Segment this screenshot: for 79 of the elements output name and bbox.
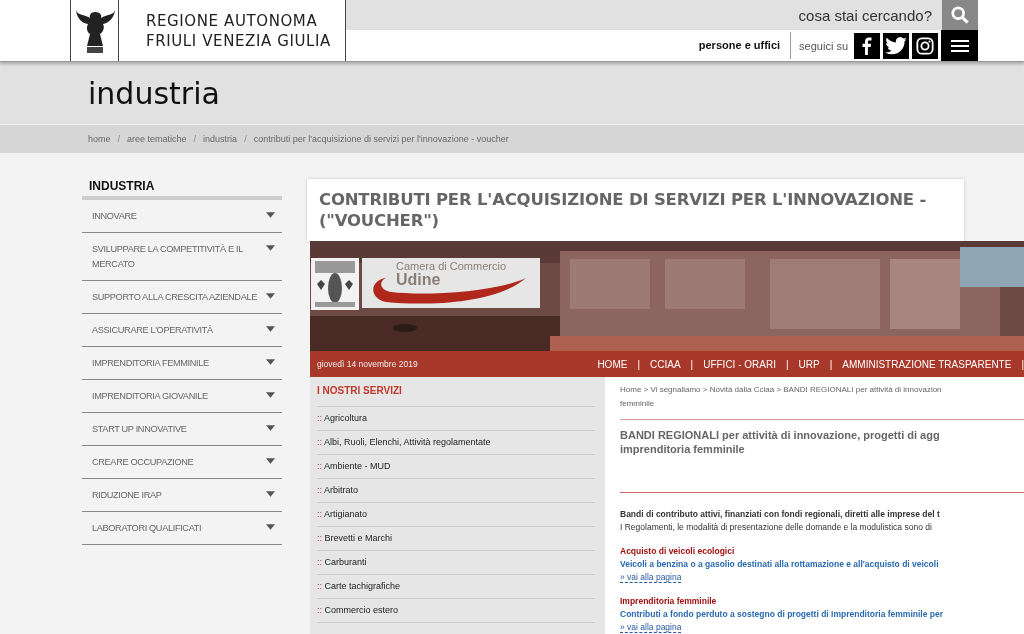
sidebar-item[interactable]: LABORATORI QUALIFICATI — [82, 512, 282, 545]
caret-icon — [266, 323, 275, 332]
nav-link[interactable]: URP — [798, 358, 820, 370]
nav-separator: | — [829, 358, 833, 370]
caret-icon — [266, 290, 275, 299]
breadcrumb-link[interactable]: industria — [203, 134, 238, 144]
sidebar-item[interactable]: SUPPORTO ALLA CRESCITA AZIENDALE — [82, 281, 282, 314]
section-title: industria — [88, 75, 220, 111]
notice-title: Imprenditoria femminile — [620, 595, 718, 608]
notice-description: Veicoli a benzina o a gasolio destinati alla rottamazione e all'acquisto di veicoli — [620, 558, 940, 571]
breadcrumb-text: Home > Vi segnaliamo > Novità dalla Cciaa > BANDI REGIONALI per attività di innovazion — [620, 384, 943, 396]
search-icon — [951, 6, 969, 24]
menu-icon — [950, 38, 969, 53]
site-logo[interactable]: REGIONE AUTONOMA FRIULI VENEZIA GIULIA — [70, 0, 346, 61]
social-link[interactable] — [883, 32, 909, 59]
caret-icon — [266, 209, 275, 218]
breadcrumb-text: femminile — [620, 398, 656, 410]
sidebar-item[interactable]: IMPRENDITORIA GIOVANILE — [82, 380, 282, 413]
sidebar-item[interactable]: START UP INNOVATIVE — [82, 413, 282, 446]
page-link[interactable]: » vai alla pagina — [620, 572, 682, 583]
article-title: imprenditoria femminile — [620, 442, 746, 456]
caret-icon — [266, 422, 275, 431]
chamber-name: Camera di Commercio — [395, 260, 508, 272]
people-link[interactable]: persone e uffici — [698, 32, 792, 59]
service-link[interactable]: :: Artigianato — [317, 503, 595, 527]
menu-button[interactable] — [941, 30, 978, 61]
service-link[interactable]: :: Arbitrato — [317, 479, 595, 503]
page-title: CONTRIBUTI PER L'ACQUISIZIONE DI SERVIZI PER L'INNOVAZIONE - ("VOUCHER") — [319, 189, 928, 231]
breadcrumb-link[interactable]: contributi per l'acquisizione di servizi per l'innovazione - voucher — [253, 134, 509, 144]
service-link[interactable]: :: Commercio estero — [317, 599, 595, 623]
sidebar-title: INDUSTRIA — [82, 178, 282, 200]
article-title: BANDI REGIONALI per attività di innovazione, progetti di agg — [620, 428, 941, 442]
follow-label: seguici su — [798, 39, 849, 52]
intro-text: I Regolamenti, le modalità di presentazione delle domande e la modulistica sono di — [620, 521, 933, 534]
logo-text-line: REGIONE AUTONOMA — [146, 11, 319, 30]
services-title: I NOSTRI SERVIZI — [317, 385, 595, 407]
nav-link[interactable]: UFFICI - ORARI — [703, 358, 776, 370]
instagram-icon — [916, 36, 934, 55]
search-field[interactable]: cosa stai cercando? — [346, 0, 942, 30]
nav-link[interactable]: CCIAA — [650, 358, 681, 370]
social-link[interactable] — [912, 32, 938, 59]
notice-description: Contributi a fondo perduto a sostegno di progetti di Imprenditoria femminile per — [620, 608, 944, 621]
page-link[interactable]: » vai alla pagina — [620, 622, 682, 633]
logo-text-line: FRIULI VENEZIA GIULIA — [146, 31, 331, 50]
nav-separator: | — [637, 358, 640, 370]
intro-text: Bandi di contributo attivi, finanziati con fondi regionali, diretti alle imprese del t — [620, 508, 941, 521]
nav-link[interactable]: HOME — [597, 358, 628, 370]
caret-icon — [266, 242, 275, 251]
service-link[interactable]: :: Carte tachigrafiche — [317, 575, 595, 599]
nav-separator: | — [1021, 358, 1024, 370]
sidebar-item[interactable]: INNOVARE — [82, 200, 282, 233]
caret-icon — [266, 488, 275, 497]
caret-icon — [266, 521, 275, 530]
service-link[interactable]: :: Brevetti e Marchi — [317, 527, 595, 551]
service-link[interactable]: :: Agricoltura — [317, 407, 595, 431]
sidebar-item[interactable]: IMPRENDITORIA FEMMINILE — [82, 347, 282, 380]
breadcrumb-separator: / — [193, 134, 197, 144]
breadcrumb-separator: / — [117, 134, 121, 144]
caret-icon — [266, 389, 275, 398]
sidebar-item[interactable]: CREARE OCCUPAZIONE — [82, 446, 282, 479]
caret-icon — [266, 455, 275, 464]
nav-separator: | — [785, 358, 789, 370]
breadcrumb-separator: / — [244, 134, 247, 144]
social-link[interactable] — [854, 32, 880, 59]
date-label: giovedì 14 novembre 2019 — [317, 359, 418, 369]
notice-title: Acquisto di veicoli ecologici — [620, 545, 736, 558]
sidebar-item[interactable]: SVILUPPARE LA COMPETITIVITÀ E IL MERCATO — [82, 233, 282, 281]
twitter-icon — [885, 36, 907, 55]
caret-icon — [266, 356, 275, 365]
breadcrumb-link[interactable]: aree tematiche — [127, 134, 187, 144]
service-link[interactable]: :: Ambiente - MUD — [317, 455, 595, 479]
service-link[interactable]: :: Albi, Ruoli, Elenchi, Attività regolamentate — [317, 431, 595, 455]
nav-separator: | — [690, 358, 694, 370]
sidebar-item[interactable]: ASSICURARE L'OPERATIVITÀ — [82, 314, 282, 347]
sidebar-item[interactable]: RIDUZIONE IRAP — [82, 479, 282, 512]
chamber-city: Udine — [395, 272, 442, 287]
breadcrumb-link[interactable]: home — [88, 134, 111, 144]
nav-link[interactable]: AMMINISTRAZIONE TRASPARENTE — [842, 358, 1012, 370]
service-link[interactable]: :: Carburanti — [317, 551, 595, 575]
